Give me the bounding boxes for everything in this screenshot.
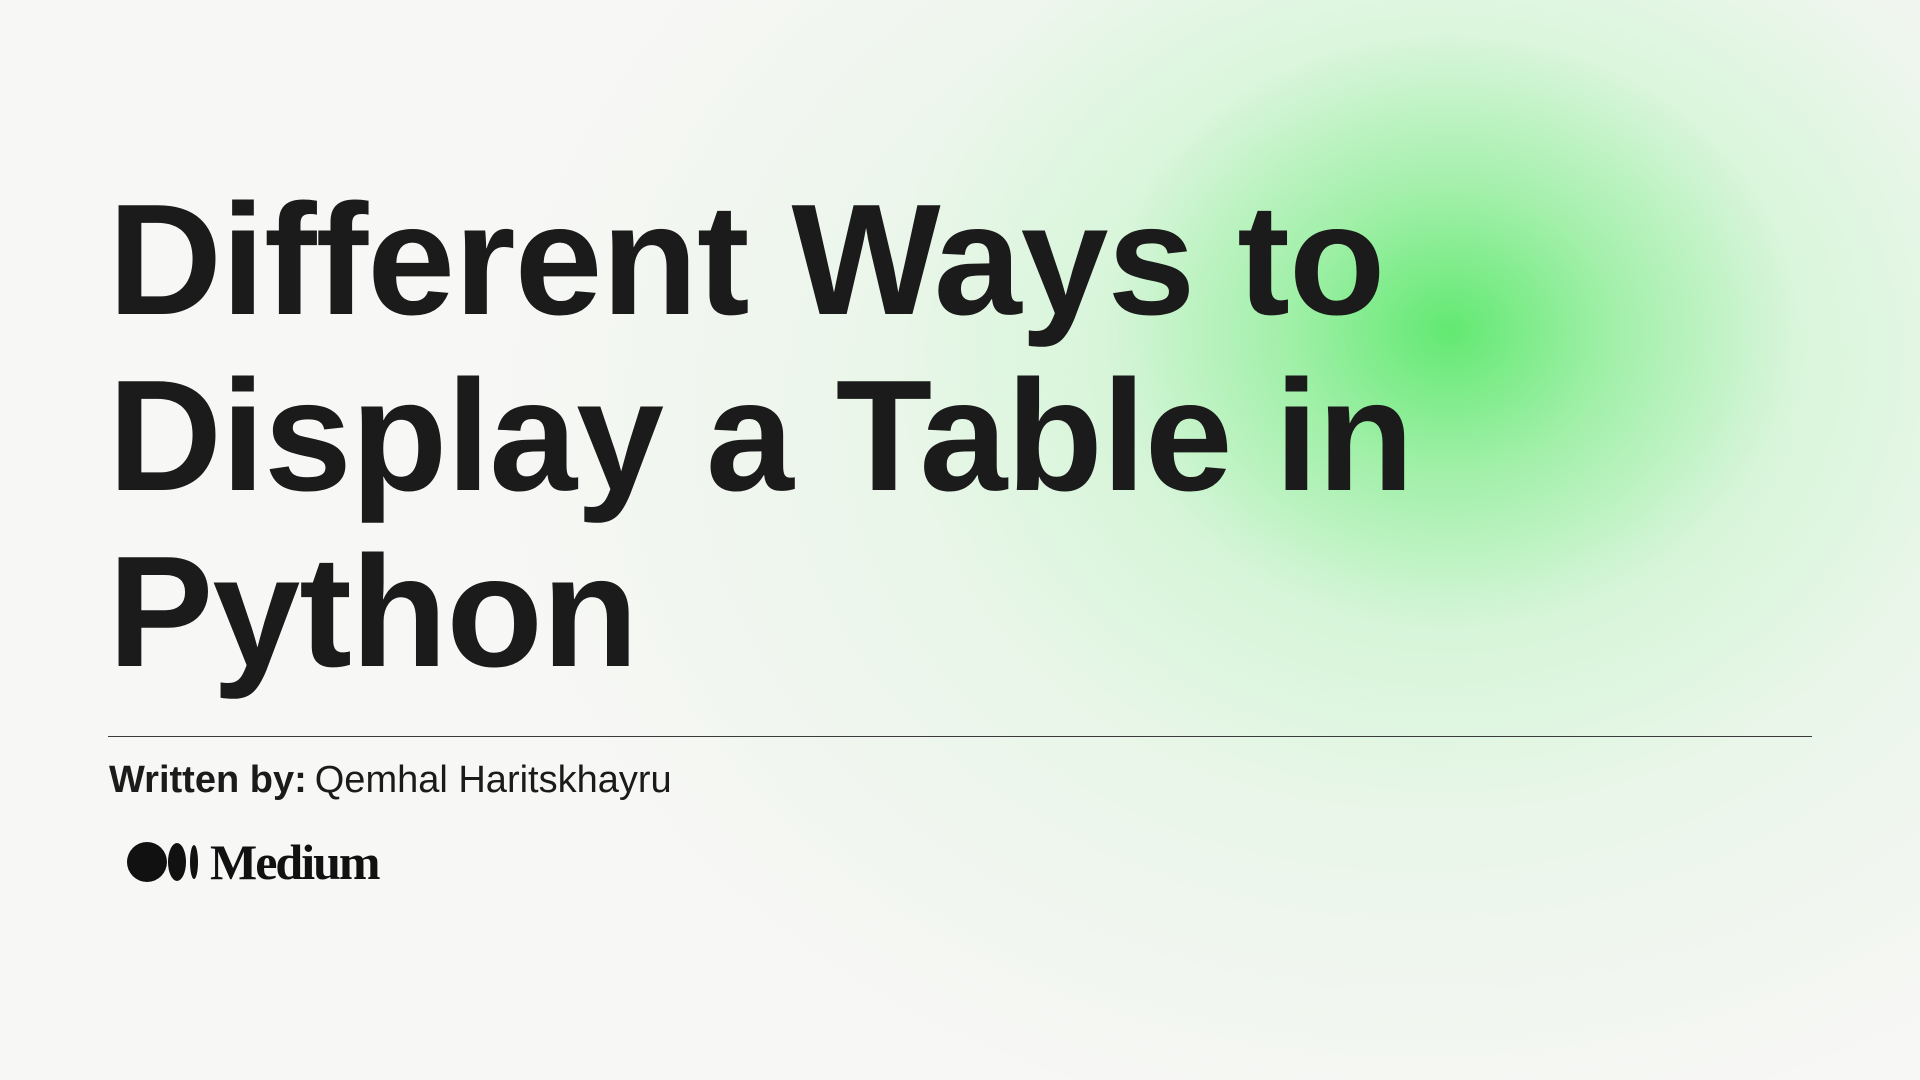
author-name: Qemhal Haritskhayru [314,759,672,801]
title-line-1: Different Ways to [108,172,1385,348]
brand-logo: Medium [126,834,381,890]
cover: Different Ways to Display a Table in Pyt… [0,0,1920,1080]
title-line-3: Python [108,524,638,700]
byline: Written by: Qemhal Haritskhayru [109,758,672,802]
article-title: Different Ways to Display a Table in Pyt… [108,172,1668,700]
byline-label: Written by: [109,759,307,801]
medium-logo-icon [127,842,198,882]
divider [108,736,1812,737]
title-line-2: Display a Table in [108,348,1414,524]
brand-name: Medium [210,834,381,890]
